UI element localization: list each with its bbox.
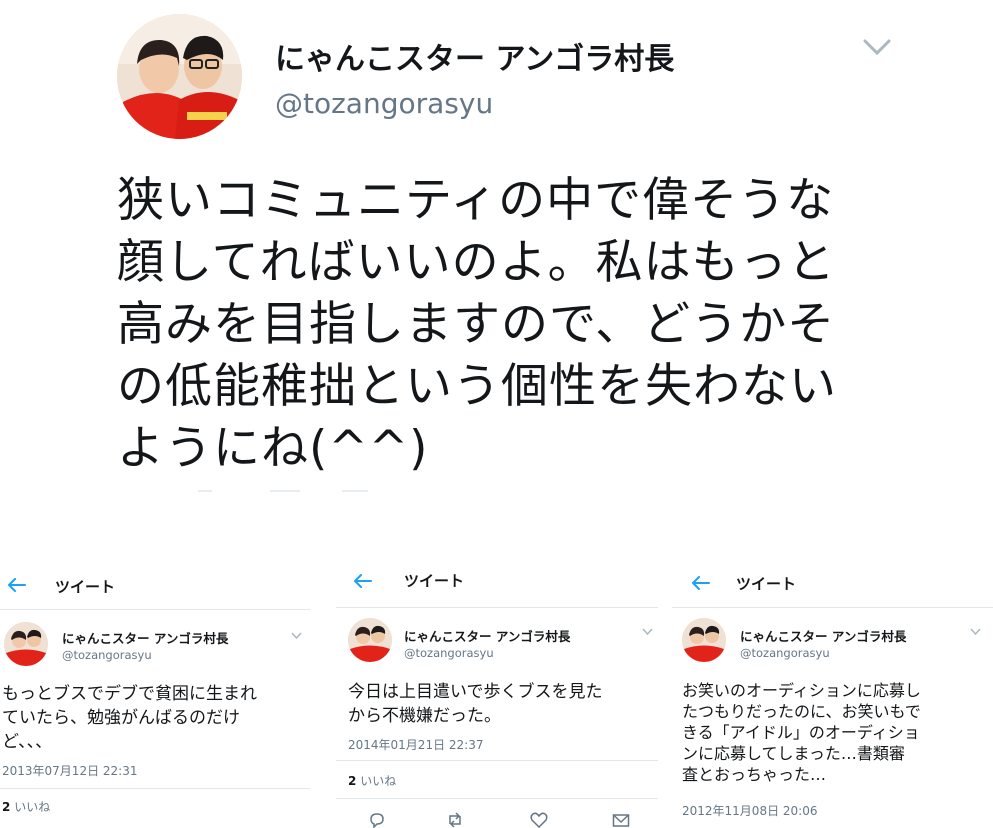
tweet-text-line: ようにね(^^) [117, 421, 429, 476]
retweet-icon[interactable] [446, 812, 464, 828]
author-name[interactable]: にゃんこスター アンゴラ村長 [275, 34, 674, 78]
divider [0, 788, 310, 789]
tweet-text-line: 顔してればいいのよ。私はもっと [117, 235, 836, 290]
like-icon[interactable] [530, 812, 548, 828]
tweet-text-line: 査とおっちゃった… [682, 765, 827, 784]
tweet-text-line: の低能稚拙という個性を失わない [117, 359, 837, 414]
tweet-text: 狭いコミュニティの中で偉そうな 顔してればいいのよ。私はもっと 高みを目指します… [117, 170, 917, 480]
tweet-date: 2013年07月12日 22:31 [2, 764, 138, 778]
tweet-text: もっとブスでデブで貧困に生まれ ていたら、勉強がんばるのだけ ど、、、 [2, 682, 257, 754]
tweet-text-line: 狭いコミュニティの中で偉そうな [117, 173, 835, 228]
back-arrow-icon[interactable] [692, 576, 710, 590]
likes-count[interactable]: 2 いいね [2, 798, 50, 815]
avatar[interactable] [4, 622, 48, 666]
avatar-photo [4, 622, 48, 666]
author-handle[interactable]: @tozangorasyu [62, 648, 152, 662]
tweet-text-line: ど、、、 [2, 732, 53, 752]
divider [336, 760, 658, 761]
reply-icon[interactable] [368, 812, 386, 828]
tweet-text: お笑いのオーディションに応募し たつもりだったのに、お笑いもで きる「アイドル」… [682, 680, 921, 785]
card-title: ツイート [55, 578, 116, 596]
card-header: ツイート [672, 556, 993, 608]
tweet-date: 2012年11月08日 20:06 [682, 804, 818, 818]
tweet-text-line: 今日は上目遣いで歩くブスを見た [348, 682, 603, 702]
tweet-text-line: から不機嫌だった。 [348, 706, 501, 726]
likes-number: 2 [348, 774, 357, 788]
chevron-down-icon[interactable] [642, 628, 653, 636]
card-title: ツイート [736, 575, 797, 593]
avatar[interactable] [348, 618, 392, 662]
divider [198, 490, 212, 492]
avatar[interactable] [117, 14, 242, 139]
chevron-down-icon[interactable] [291, 632, 302, 640]
likes-label: いいね [360, 774, 397, 788]
tweet-text-line: たつもりだったのに、お笑いもで [682, 702, 921, 721]
divider [342, 490, 368, 492]
card-header: ツイート [336, 556, 658, 608]
dm-icon[interactable] [612, 812, 630, 828]
card-header: ツイート [0, 556, 310, 610]
avatar-photo [682, 618, 726, 662]
author-name[interactable]: にゃんこスター アンゴラ村長 [740, 626, 906, 645]
author-name[interactable]: にゃんこスター アンゴラ村長 [404, 626, 570, 645]
author-handle[interactable]: @tozangorasyu [404, 646, 494, 660]
back-arrow-icon[interactable] [8, 578, 26, 592]
divider [336, 798, 658, 799]
tweet-text-line: きる「アイドル」のオーディショ [682, 723, 920, 742]
tweet-text-line: お笑いのオーディションに応募し [682, 681, 921, 700]
chevron-down-icon[interactable] [862, 36, 892, 58]
author-handle[interactable]: @tozangorasyu [740, 646, 830, 660]
likes-number: 2 [2, 800, 11, 814]
tweet-card: ツイート にゃんこスター アンゴラ村長 @tozangorasyu お笑いのオー… [672, 556, 993, 828]
avatar-photo [348, 618, 392, 662]
chevron-down-icon[interactable] [970, 628, 981, 636]
tweet-text-line: 高みを目指しますので、どうかそ [117, 297, 836, 352]
tweet-text-line: ンに応募してしまった…書類審 [682, 744, 905, 763]
tweet-date: 2014年01月21日 22:37 [348, 738, 484, 752]
likes-count[interactable]: 2 いいね [348, 772, 396, 789]
tweet-text-line: もっとブスでデブで貧困に生まれ [2, 684, 257, 704]
divider [270, 490, 300, 492]
back-arrow-icon[interactable] [354, 574, 372, 588]
tweet-text: 今日は上目遣いで歩くブスを見た から不機嫌だった。 [348, 680, 603, 728]
avatar[interactable] [682, 618, 726, 662]
author-name[interactable]: にゃんこスター アンゴラ村長 [62, 628, 228, 647]
tweet-card: ツイート にゃんこスター アンゴラ村長 @tozangorasyu 今日は上目遣… [336, 556, 658, 828]
card-title: ツイート [404, 572, 465, 590]
author-handle[interactable]: @tozangorasyu [275, 87, 493, 120]
likes-label: いいね [14, 800, 51, 814]
tweet-card: ツイート にゃんこスター アンゴラ村長 @tozangorasyu もっとブスで… [0, 556, 310, 828]
avatar-photo [117, 14, 242, 139]
tweet-text-line: ていたら、勉強がんばるのだけ [2, 708, 240, 728]
